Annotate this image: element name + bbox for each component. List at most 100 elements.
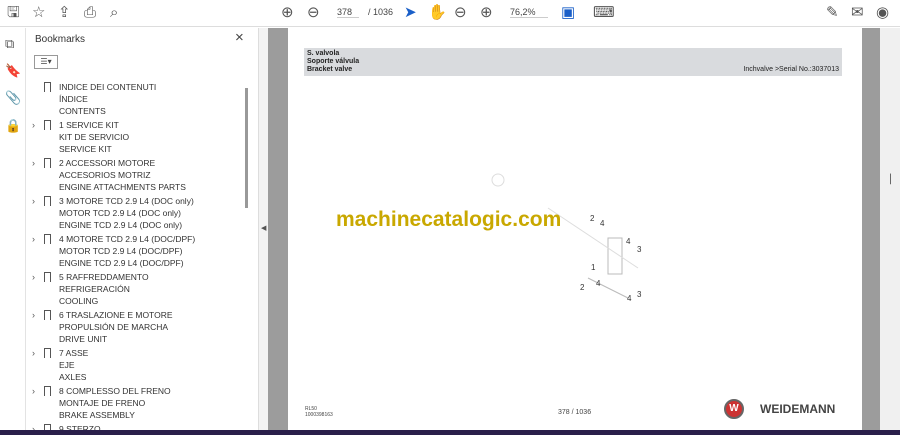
chevron-right-icon[interactable]: › xyxy=(32,347,35,359)
bookmark-label: ENGINE TCD 2.9 L4 (DOC only) xyxy=(59,220,183,230)
hand-icon[interactable]: ✋ xyxy=(428,4,447,22)
bookmark-flag-icon xyxy=(44,234,51,244)
page-fit-icon[interactable]: ▣ xyxy=(561,4,575,22)
footer-page: 378 / 1036 xyxy=(558,409,592,416)
bookmark-label: 3 MOTORE TCD 2.9 L4 (DOC only) xyxy=(59,196,194,206)
bookmark-item[interactable]: › 3 MOTORE TCD 2.9 L4 (DOC only) MOTOR TCD… xyxy=(26,195,246,231)
bookmark-icon[interactable]: 🔖 xyxy=(5,63,21,79)
cloud-upload-icon[interactable]: ⇪ xyxy=(58,4,71,22)
page-number-input[interactable]: 378 xyxy=(337,7,359,18)
scrollbar[interactable] xyxy=(245,88,249,433)
bookmark-label: ACCESORIOS MOTRIZ xyxy=(59,170,151,180)
bookmark-label: COOLING xyxy=(59,296,99,306)
zoom-out-icon[interactable]: ⊖ xyxy=(454,4,467,22)
select-cursor-icon[interactable]: ➤ xyxy=(404,4,417,22)
pages-icon[interactable]: ⧉ xyxy=(5,36,14,52)
document-area: S. valvola Soporte válvula Bracket valve… xyxy=(268,28,880,430)
bookmark-label: ÍNDICE xyxy=(59,94,88,104)
bookmark-flag-icon xyxy=(44,82,51,92)
security-icon[interactable]: 🔒 xyxy=(5,118,21,134)
bookmark-label: BRAKE ASSEMBLY xyxy=(59,410,135,420)
bookmark-flag-icon xyxy=(44,310,51,320)
callout: 1 xyxy=(591,263,596,272)
bookmark-label: REFRIGERACIÓN xyxy=(59,284,130,294)
bookmark-flag-icon xyxy=(44,120,51,130)
next-page-icon[interactable]: ⊖ xyxy=(307,4,320,22)
callout: 3 xyxy=(637,245,642,254)
collapse-icon[interactable]: ◀ xyxy=(261,224,266,232)
bookmark-label: 1 SERVICE KIT xyxy=(59,120,119,130)
bookmark-label: ENGINE TCD 2.9 L4 (DOC/DPF) xyxy=(59,258,184,268)
star-icon[interactable]: ☆ xyxy=(32,4,45,22)
bookmark-label: EJE xyxy=(59,360,75,370)
page-header: S. valvola Soporte válvula Bracket valve… xyxy=(304,48,842,76)
footer-line: 1000398163 xyxy=(305,412,333,418)
bookmark-label: MONTAJE DE FRENO xyxy=(59,398,146,408)
pdf-page: S. valvola Soporte válvula Bracket valve… xyxy=(288,28,862,430)
bookmark-label: AXLES xyxy=(59,372,87,382)
bookmark-flag-icon xyxy=(44,196,51,206)
bookmark-item[interactable]: › 8 COMPLESSO DEL FRENO MONTAJE DE FRENO BR… xyxy=(26,385,246,421)
bookmark-flag-icon xyxy=(44,158,51,168)
zoom-in-icon[interactable]: ⊕ xyxy=(480,4,493,22)
chevron-right-icon[interactable]: › xyxy=(32,119,35,131)
bookmark-item[interactable]: › 7 ASSE EJE AXLES xyxy=(26,347,246,383)
callout: 2 xyxy=(590,214,595,223)
prev-page-icon[interactable]: ⊕ xyxy=(281,4,294,22)
watermark: machinecatalogic.com xyxy=(336,208,562,231)
panel-splitter[interactable]: ◀ xyxy=(258,28,268,435)
bookmark-label: INDICE DEI CONTENUTI xyxy=(59,82,157,92)
bookmarks-panel: Bookmarks × ☰▾ INDICE DEI CONTENUTI ÍNDIC… xyxy=(26,28,258,435)
bookmark-label: CONTENTS xyxy=(59,106,106,116)
brand-name: WEIDEMANN xyxy=(760,402,836,416)
attachment-icon[interactable]: 📎 xyxy=(5,90,21,106)
header-line: S. valvola xyxy=(307,50,340,57)
bookmark-label: PROPULSIÓN DE MARCHA xyxy=(59,322,169,332)
account-icon[interactable]: ◉ xyxy=(876,4,889,22)
bookmark-item[interactable]: › 2 ACCESSORI MOTORE ACCESORIOS MOTRIZ ENGI… xyxy=(26,157,246,193)
toolbar: 🖫 ☆ ⇪ ⎙ ⌕ ⊕ ⊖ 378 / 1036 ➤ ✋ ⊖ ⊕ 76,2% ▣… xyxy=(0,0,900,27)
bookmark-item[interactable]: › 6 TRASLAZIONE E MOTORE PROPULSIÓN DE MAR… xyxy=(26,309,246,345)
bookmark-label: 5 RAFFREDDAMENTO xyxy=(59,272,149,282)
bookmark-label: MOTOR TCD 2.9 L4 (DOC/DPF) xyxy=(59,246,183,256)
chevron-right-icon[interactable]: › xyxy=(32,157,35,169)
bookmark-item[interactable]: › 4 MOTORE TCD 2.9 L4 (DOC/DPF) MOTOR TCD … xyxy=(26,233,246,269)
print-icon[interactable]: ⎙ xyxy=(84,4,96,22)
callout: 2 xyxy=(580,283,585,292)
search-icon[interactable]: ⌕ xyxy=(110,4,118,22)
sign-icon[interactable]: ✎ xyxy=(826,4,839,22)
save-icon[interactable]: 🖫 xyxy=(7,4,20,22)
mail-icon[interactable]: ✉ xyxy=(851,4,864,22)
callout: 3 xyxy=(637,290,642,299)
callout: 4 xyxy=(627,294,632,303)
bookmark-item[interactable]: › 1 SERVICE KIT KIT DE SERVICIO SERVICE KIT xyxy=(26,119,246,155)
chevron-right-icon[interactable]: › xyxy=(32,195,35,207)
bookmark-label: ENGINE ATTACHMENTS PARTS xyxy=(59,182,186,192)
serial-info: Inchvalve >Serial No.:3037013 xyxy=(743,66,839,73)
chevron-right-icon[interactable]: › xyxy=(32,385,35,397)
expand-panel-icon[interactable]: ▕ xyxy=(884,174,891,185)
bookmark-flag-icon xyxy=(44,272,51,282)
panel-title: Bookmarks xyxy=(35,34,86,45)
callout: 4 xyxy=(600,219,605,228)
keyboard-icon[interactable]: ⌨ xyxy=(593,4,615,22)
bookmark-item[interactable]: › 5 RAFFREDDAMENTO REFRIGERACIÓN COOLING xyxy=(26,271,246,307)
zoom-select[interactable]: 76,2% xyxy=(510,7,548,18)
close-icon[interactable]: × xyxy=(235,29,244,46)
page-total: / 1036 xyxy=(368,7,394,17)
bookmark-list: INDICE DEI CONTENUTI ÍNDICE CONTENTS › 1 SER… xyxy=(26,81,246,437)
bookmark-label: 8 COMPLESSO DEL FRENO xyxy=(59,386,171,396)
bookmark-flag-icon xyxy=(44,386,51,396)
document-scrollbar[interactable]: ▕ xyxy=(880,28,900,430)
chevron-right-icon[interactable]: › xyxy=(32,271,35,283)
bookmark-label: SERVICE KIT xyxy=(59,144,112,154)
parts-diagram xyxy=(491,173,639,299)
bookmark-item[interactable]: INDICE DEI CONTENUTI ÍNDICE CONTENTS xyxy=(26,81,246,117)
bookmark-label: DRIVE UNIT xyxy=(59,334,108,344)
left-rail: ⧉ 🔖 📎 🔒 xyxy=(0,28,26,435)
options-button[interactable]: ☰▾ xyxy=(34,55,58,69)
header-line: Soporte válvula xyxy=(307,58,360,65)
chevron-right-icon[interactable]: › xyxy=(32,309,35,321)
bookmark-label: KIT DE SERVICIO xyxy=(59,132,130,142)
chevron-right-icon[interactable]: › xyxy=(32,233,35,245)
